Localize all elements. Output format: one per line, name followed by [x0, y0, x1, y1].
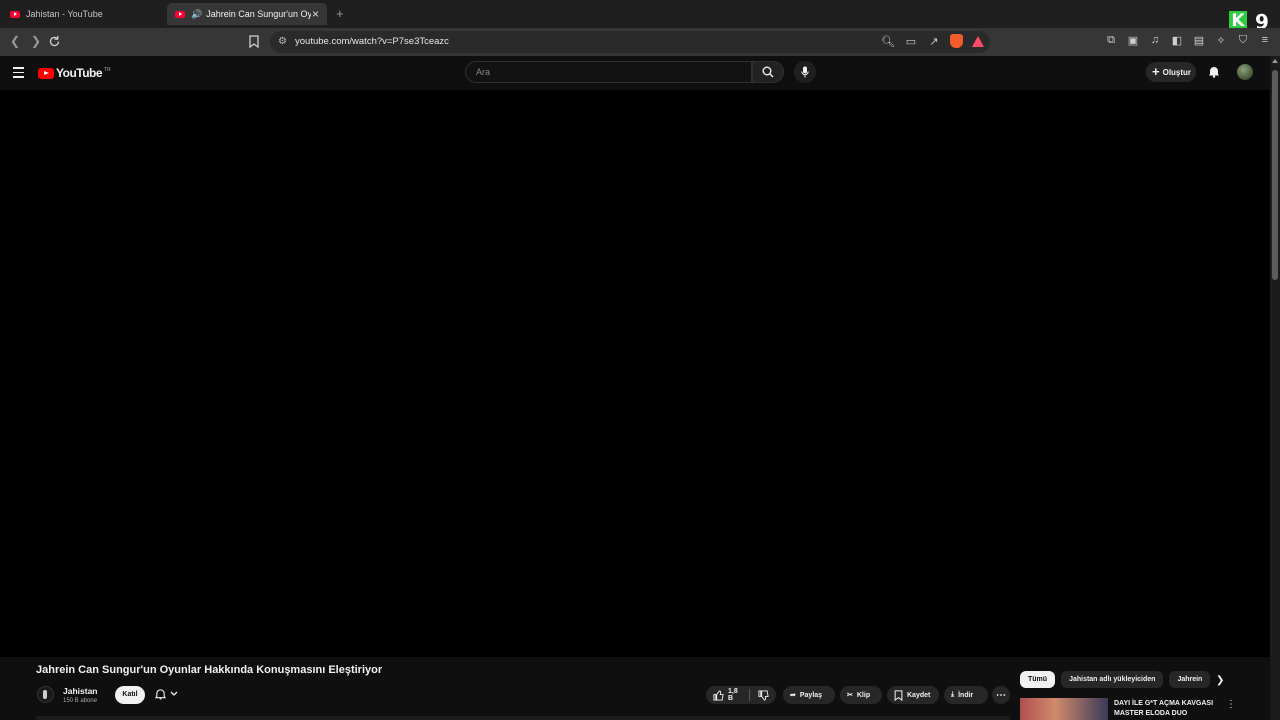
search-icon — [762, 66, 774, 78]
forward-icon[interactable]: ❯ — [31, 34, 41, 48]
chevron-right-icon[interactable]: ❯ — [1216, 675, 1224, 686]
clip-label: Klip — [856, 691, 871, 699]
browser-toolbar: ❮ ❯ ⚙ youtube.com/watch?v=P7se3Tceazc 🔍︎… — [0, 28, 1280, 56]
more-actions-button[interactable]: ⋯ — [992, 686, 1010, 704]
address-bar[interactable]: ⚙ youtube.com/watch?v=P7se3Tceazc 🔍︎ ▭ ↗ — [270, 31, 990, 53]
save-button[interactable]: Kaydet — [887, 686, 939, 704]
youtube-play-icon — [38, 67, 54, 79]
create-label: Oluştur — [1162, 67, 1192, 77]
sidebar-toggle-icon[interactable]: ◧ — [1170, 33, 1184, 47]
browser-tab-strip: Jahistan - YouTube 🔊 Jahrein Can Sungur'… — [0, 0, 1280, 34]
download-label: İndir — [958, 691, 974, 699]
screenshot-icon[interactable]: ▣ — [1126, 33, 1140, 47]
subscription-notifications-button[interactable] — [155, 688, 178, 700]
zoom-icon[interactable]: 🔍︎ — [881, 34, 895, 48]
video-title: Jahrein Can Sungur'un Oyunlar Hakkında K… — [36, 664, 383, 676]
youtube-wordmark: YouTube — [56, 66, 103, 80]
thumbs-down-icon[interactable] — [758, 689, 769, 701]
user-avatar[interactable] — [1237, 64, 1253, 80]
chip-jahrein[interactable]: Jahrein — [1169, 671, 1211, 688]
scrollbar-thumb[interactable] — [1272, 70, 1278, 280]
recommended-video-title[interactable]: DAYI İLE G*T AÇMA KAVGASI MASTER ELODA D… — [1114, 699, 1224, 719]
leo-ai-icon[interactable]: ✧ — [1214, 33, 1228, 47]
chip-from-uploader[interactable]: Jahistan adlı yükleyiciden — [1061, 671, 1164, 688]
search-button[interactable] — [752, 61, 784, 83]
youtube-logo[interactable]: YouTube TR — [38, 66, 111, 80]
microphone-icon — [801, 66, 809, 78]
tab-title: Jahistan - YouTube — [26, 9, 103, 19]
subscriber-count: 150 B abone — [63, 698, 98, 704]
youtube-header: YouTube TR Ara + Oluştur — [0, 56, 1270, 90]
chevron-down-icon — [170, 691, 178, 697]
recommended-video-thumbnail[interactable] — [1020, 698, 1108, 720]
like-dislike-group: 1,8 B — [706, 686, 776, 704]
more-vertical-icon[interactable]: ⋮ — [1226, 699, 1236, 710]
channel-avatar[interactable] — [37, 686, 54, 703]
wallet-icon[interactable]: ▤ — [1192, 33, 1206, 47]
download-button[interactable]: ⤓ İndir — [944, 686, 988, 704]
voice-search-button[interactable] — [794, 61, 816, 83]
bell-icon — [155, 688, 166, 700]
video-player[interactable] — [0, 90, 1270, 657]
related-filter-chips: Tümü Jahistan adlı yükleyiciden Jahrein — [1020, 671, 1211, 688]
chip-all[interactable]: Tümü — [1020, 671, 1056, 688]
like-count[interactable]: 1,8 B — [728, 688, 741, 702]
guide-menu-icon[interactable] — [13, 67, 24, 81]
reload-icon[interactable] — [48, 35, 61, 48]
notifications-bell-icon[interactable] — [1208, 65, 1220, 78]
like-divider — [749, 689, 750, 701]
clip-button[interactable]: ✂ Klip — [840, 686, 882, 704]
back-icon[interactable]: ❮ — [10, 34, 20, 48]
scissors-icon: ✂ — [847, 692, 853, 699]
close-tab-icon[interactable]: × — [312, 7, 319, 21]
brave-rewards-icon[interactable] — [972, 35, 984, 47]
speaker-icon[interactable]: 🔊 — [191, 9, 202, 20]
media-control-icon[interactable]: ♫ — [1148, 33, 1162, 47]
share-label: Paylaş — [799, 691, 823, 699]
share-page-icon[interactable]: ↗ — [927, 34, 941, 48]
search-placeholder: Ara — [476, 67, 491, 77]
youtube-favicon-icon — [10, 10, 20, 18]
bookmark-icon[interactable] — [249, 35, 259, 48]
download-icon: ⤓ — [951, 691, 955, 698]
extensions-icon[interactable]: ⧉ — [1104, 33, 1118, 47]
save-playlist-icon — [894, 689, 903, 701]
create-button[interactable]: + Oluştur — [1146, 62, 1196, 82]
save-label: Kaydet — [907, 691, 931, 699]
join-button[interactable]: Katıl — [115, 686, 145, 704]
share-button[interactable]: ➦ Paylaş — [783, 686, 835, 704]
search-input[interactable]: Ara — [465, 61, 752, 83]
tab-title: Jahrein Can Sungur'un Oyunla — [206, 9, 312, 19]
plus-icon: + — [1152, 64, 1160, 79]
more-horizontal-icon: ⋯ — [996, 689, 1006, 701]
menu-icon[interactable]: ≡ — [1258, 33, 1272, 47]
scroll-up-arrow-icon[interactable] — [1272, 59, 1278, 63]
country-code: TR — [104, 66, 111, 73]
url-text[interactable]: youtube.com/watch?v=P7se3Tceazc — [295, 36, 449, 47]
channel-name[interactable]: Jahistan — [63, 686, 98, 696]
brave-shield-icon[interactable] — [950, 34, 963, 48]
vpn-icon[interactable]: ⛉ — [1236, 33, 1250, 47]
cast-icon[interactable]: ▭ — [904, 34, 918, 48]
youtube-favicon-icon — [175, 10, 185, 18]
page-scrollbar[interactable] — [1270, 56, 1280, 720]
new-tab-button[interactable]: + — [336, 6, 344, 21]
thumbs-up-icon[interactable] — [713, 689, 724, 701]
share-icon: ➦ — [790, 692, 796, 699]
site-settings-icon[interactable]: ⚙ — [278, 36, 287, 47]
browser-tab[interactable]: Jahistan - YouTube — [2, 3, 164, 25]
description-box-edge — [36, 716, 1010, 720]
browser-tab-active[interactable]: 🔊 Jahrein Can Sungur'un Oyunla × — [167, 3, 327, 25]
